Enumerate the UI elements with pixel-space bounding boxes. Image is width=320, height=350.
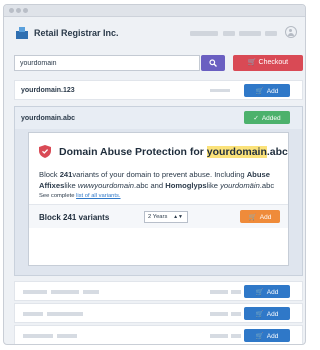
price-placeholder [210, 290, 228, 294]
brand-name: Retail Registrar Inc. [34, 28, 119, 38]
offer-footer: Block 241 variants 2 Years ▲▼ 🛒 Add [29, 204, 288, 228]
abuse-protection-offer: Domain Abuse Protection for yourdomain.a… [28, 132, 289, 266]
text-placeholder [47, 312, 83, 316]
term-select-value: 2 Years [148, 214, 168, 220]
nav-placeholder[interactable] [239, 31, 261, 36]
domain-name: yourdomain.abc [21, 115, 76, 122]
nav-placeholder[interactable] [265, 31, 277, 36]
add-button-label: Add [266, 87, 279, 95]
price-placeholder [210, 312, 228, 316]
window-titlebar [4, 5, 305, 17]
window-dot-icon[interactable] [16, 8, 21, 13]
block-variants-label: Block 241 variants [39, 213, 110, 222]
add-button-label: Add [266, 288, 279, 296]
nav-placeholder[interactable] [190, 31, 218, 36]
check-icon: ✓ [253, 114, 259, 122]
text-placeholder [57, 334, 77, 338]
offer-description: Block 241variants of your domain to prev… [39, 170, 275, 190]
domain-result-row: yourdomain.123 🛒 Add [14, 80, 303, 100]
app-window: Retail Registrar Inc. 🛒 Checkout yourdom… [3, 4, 306, 345]
price-placeholder [231, 334, 241, 338]
variants-list-link[interactable]: list of all variants. [76, 193, 120, 199]
search-icon [209, 59, 217, 67]
window-dot-icon[interactable] [23, 8, 28, 13]
nav-placeholder[interactable] [223, 31, 235, 36]
variants-note: See complete list of all variants. [39, 193, 121, 199]
domain-result-row: 🛒 Add [14, 303, 303, 323]
price-placeholder [210, 334, 228, 338]
search-button[interactable] [201, 55, 225, 71]
chevron-down-icon: ▲▼ [173, 214, 183, 220]
site-header: Retail Registrar Inc. [4, 17, 305, 47]
cart-icon: 🛒 [255, 332, 264, 340]
window-dot-icon[interactable] [9, 8, 14, 13]
add-to-cart-button[interactable]: 🛒 Add [244, 84, 290, 97]
domain-name: yourdomain.123 [21, 87, 75, 94]
domain-result-row: 🛒 Add [14, 325, 303, 344]
cart-icon: 🛒 [255, 87, 264, 95]
checkout-button[interactable]: 🛒 Checkout [233, 55, 303, 71]
text-placeholder [23, 312, 43, 316]
checkout-label: Checkout [258, 59, 289, 66]
add-to-cart-button[interactable]: 🛒 Add [244, 307, 290, 320]
added-button-label: Added [261, 114, 281, 122]
price-placeholder [231, 312, 241, 316]
add-to-cart-button[interactable]: 🛒 Add [244, 329, 290, 342]
domain-search-input[interactable] [14, 55, 200, 71]
price-placeholder [231, 290, 241, 294]
text-placeholder [23, 334, 53, 338]
price-placeholder [210, 89, 230, 92]
selected-domain-panel: yourdomain.abc ✓ Added Domain Abuse Prote… [14, 106, 303, 276]
text-placeholder [51, 290, 79, 294]
search-bar: 🛒 Checkout [4, 52, 305, 74]
add-protection-label: Add [259, 213, 272, 221]
cart-icon: 🛒 [255, 288, 264, 296]
text-placeholder [23, 290, 47, 294]
cart-icon: 🛒 [255, 310, 264, 318]
cart-icon: 🛒 [248, 213, 257, 221]
add-protection-button[interactable]: 🛒 Add [240, 210, 280, 223]
registrar-logo-icon [16, 27, 28, 39]
add-to-cart-button[interactable]: 🛒 Add [244, 285, 290, 298]
text-placeholder [83, 290, 99, 294]
shield-icon [39, 145, 51, 158]
term-select[interactable]: 2 Years ▲▼ [144, 211, 188, 223]
add-button-label: Add [266, 310, 279, 318]
domain-result-row: yourdomain.abc ✓ Added [15, 107, 302, 129]
cart-icon: 🛒 [247, 59, 257, 66]
domain-result-row: 🛒 Add [14, 281, 303, 301]
offer-title: Domain Abuse Protection for yourdomain.a… [59, 146, 288, 158]
add-button-label: Add [266, 332, 279, 340]
user-account-icon[interactable] [285, 26, 297, 38]
added-button[interactable]: ✓ Added [244, 111, 290, 124]
